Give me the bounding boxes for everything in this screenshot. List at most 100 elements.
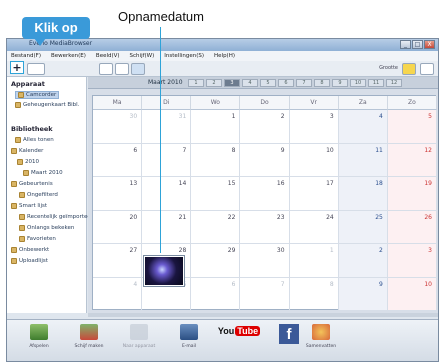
calendar-day-cell[interactable]: 30 bbox=[93, 110, 143, 144]
create-disc-button[interactable]: Schijf maken bbox=[65, 324, 113, 349]
calendar-view-button[interactable] bbox=[131, 63, 145, 75]
date-leader-line bbox=[160, 27, 161, 253]
calendar-day-cell[interactable]: 3 bbox=[289, 110, 339, 144]
month-button-6[interactable]: 6 bbox=[278, 79, 294, 87]
horizontal-scrollbar[interactable] bbox=[88, 313, 438, 317]
sidebar-item-unedited[interactable]: Onbewerkt bbox=[11, 247, 49, 253]
month-button-8[interactable]: 8 bbox=[314, 79, 330, 87]
day-number: 9 bbox=[280, 146, 285, 154]
calendar-day-cell[interactable]: 7 bbox=[240, 277, 290, 311]
calendar-day-cell[interactable]: 7 bbox=[142, 143, 192, 177]
calendar-day-cell[interactable]: 3 bbox=[387, 244, 437, 278]
month-button-2[interactable]: 2 bbox=[206, 79, 222, 87]
month-button-12[interactable]: 12 bbox=[386, 79, 402, 87]
sidebar-item-event[interactable]: Gebeurtenis bbox=[11, 181, 53, 187]
month-button-3[interactable]: 3 bbox=[224, 79, 240, 87]
calendar-day-cell[interactable]: 26 bbox=[387, 210, 437, 244]
sidebar-item-memory-card[interactable]: Geheugenkaart Bibl. bbox=[15, 102, 79, 108]
day-number: 4 bbox=[379, 113, 383, 120]
sidebar-item-year[interactable]: 2010 bbox=[17, 159, 39, 165]
calendar-day-cell[interactable]: 30 bbox=[240, 244, 290, 278]
folder-icon bbox=[17, 159, 23, 165]
email-button[interactable]: E-mail bbox=[165, 324, 213, 349]
calendar-day-cell[interactable]: 1 bbox=[191, 110, 241, 144]
menu-help[interactable]: Help(H) bbox=[214, 51, 235, 61]
resize-button[interactable] bbox=[420, 63, 434, 75]
day-number: 10 bbox=[424, 280, 432, 288]
maximize-button[interactable]: □ bbox=[412, 40, 423, 49]
recorded-thumbnail[interactable] bbox=[143, 255, 185, 287]
calendar-day-cell[interactable]: 22 bbox=[191, 210, 241, 244]
menu-disc[interactable]: Schijf(W) bbox=[130, 51, 155, 61]
size-button[interactable] bbox=[402, 63, 416, 75]
day-number: 17 bbox=[326, 180, 334, 187]
sidebar-item-favorites[interactable]: Favorieten bbox=[19, 236, 56, 242]
export-device-button[interactable]: Naar apparaat bbox=[115, 324, 163, 349]
calendar-day-cell[interactable]: 8 bbox=[191, 143, 241, 177]
sidebar-item-camcorder[interactable]: Camcorder bbox=[15, 91, 60, 99]
calendar-day-cell[interactable]: 23 bbox=[240, 210, 290, 244]
calendar-day-cell[interactable]: 4 bbox=[338, 110, 388, 144]
calendar-day-cell[interactable]: 14 bbox=[142, 177, 192, 211]
calendar-day-cell[interactable]: 10 bbox=[289, 143, 339, 177]
calendar-day-cell[interactable]: 29 bbox=[191, 244, 241, 278]
calendar-day-cell[interactable]: 19 bbox=[387, 177, 437, 211]
calendar-day-cell[interactable]: 25 bbox=[338, 210, 388, 244]
calendar-day-cell[interactable]: 16 bbox=[240, 177, 290, 211]
calendar-day-cell[interactable]: 11 bbox=[338, 143, 388, 177]
play-button[interactable]: Afspelen bbox=[15, 324, 63, 349]
month-button-7[interactable]: 7 bbox=[296, 79, 312, 87]
calendar-day-cell[interactable]: 17 bbox=[289, 177, 339, 211]
calendar-day-cell[interactable]: 2 bbox=[338, 244, 388, 278]
calendar-day-cell[interactable]: 9 bbox=[240, 143, 290, 177]
sidebar-item-upload[interactable]: Uploadlijst bbox=[11, 258, 48, 264]
menu-edit[interactable]: Bewerken(E) bbox=[51, 51, 86, 61]
youtube-button[interactable]: You Tube bbox=[215, 324, 263, 336]
month-button-4[interactable]: 4 bbox=[242, 79, 258, 87]
menu-file[interactable]: Bestand(F) bbox=[11, 51, 41, 61]
sidebar-item-all[interactable]: Alles tonen bbox=[15, 137, 54, 143]
sidebar-item-smart-list[interactable]: Smart lijst bbox=[11, 203, 47, 209]
sidebar-item-calendar[interactable]: Kalender bbox=[11, 148, 43, 154]
month-button-11[interactable]: 11 bbox=[368, 79, 384, 87]
calendar-day-cell[interactable]: 27 bbox=[93, 244, 143, 278]
month-button-1[interactable]: 1 bbox=[188, 79, 204, 87]
sidebar-item-unfiltered[interactable]: Ongefilterd bbox=[19, 192, 58, 198]
calendar-day-cell[interactable]: 6 bbox=[191, 277, 241, 311]
calendar-day-cell[interactable]: 8 bbox=[289, 277, 339, 311]
month-button-9[interactable]: 9 bbox=[332, 79, 348, 87]
month-button-5[interactable]: 5 bbox=[260, 79, 276, 87]
folder-icon bbox=[11, 247, 17, 253]
calendar-day-cell[interactable]: 1 bbox=[289, 244, 339, 278]
summary-button[interactable]: Samenvatten bbox=[297, 324, 345, 349]
list-view-button[interactable] bbox=[115, 63, 129, 75]
calendar-day-cell[interactable]: 9 bbox=[338, 277, 388, 311]
month-button-10[interactable]: 10 bbox=[350, 79, 366, 87]
calendar-day-cell[interactable]: 31 bbox=[142, 110, 192, 144]
calendar-day-cell[interactable]: 20 bbox=[93, 210, 143, 244]
weekday-header: Zo bbox=[387, 96, 437, 110]
add-button[interactable]: + bbox=[10, 61, 24, 74]
calendar-day-cell[interactable]: 13 bbox=[93, 177, 143, 211]
calendar-day-cell[interactable]: 24 bbox=[289, 210, 339, 244]
sidebar-item-recent-import[interactable]: Recentelijk geïmporteerd bbox=[19, 214, 96, 220]
calendar-day-cell[interactable]: 15 bbox=[191, 177, 241, 211]
calendar-day-cell[interactable]: 6 bbox=[93, 143, 143, 177]
calendar-day-cell[interactable]: 2 bbox=[240, 110, 290, 144]
sidebar-item-recent-view[interactable]: Onlangs bekeken bbox=[19, 225, 74, 231]
calendar-day-cell[interactable]: 10 bbox=[387, 277, 437, 311]
minimize-button[interactable]: _ bbox=[400, 40, 411, 49]
calendar-day-cell[interactable]: 18 bbox=[338, 177, 388, 211]
grid-view-button[interactable] bbox=[99, 63, 113, 75]
calendar-day-cell[interactable]: 4 bbox=[93, 277, 143, 311]
day-number: 25 bbox=[375, 213, 383, 221]
calendar-day-cell[interactable]: 5 bbox=[387, 110, 437, 144]
calendar-day-cell[interactable]: 21 bbox=[142, 210, 192, 244]
sidebar-item-month[interactable]: Maart 2010 bbox=[23, 170, 63, 176]
calendar-day-cell[interactable]: 12 bbox=[387, 143, 437, 177]
tool-button[interactable] bbox=[27, 63, 45, 75]
close-button[interactable]: X bbox=[424, 40, 435, 49]
day-number: 6 bbox=[231, 280, 236, 288]
menu-settings[interactable]: Instellingen(S) bbox=[164, 51, 204, 61]
menu-view[interactable]: Beeld(V) bbox=[96, 51, 120, 61]
